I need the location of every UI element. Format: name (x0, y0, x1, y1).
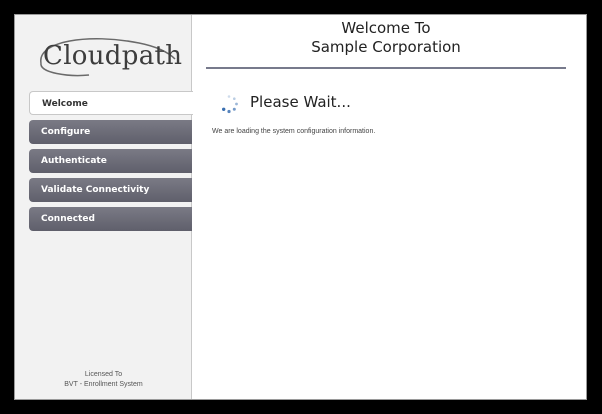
license-line-2: BVT - Enrollment System (64, 381, 143, 388)
status-heading: Please Wait... (250, 93, 351, 111)
loading-spinner-icon (222, 95, 238, 114)
sidebar: Cloudpath Welcome Configure Authenticate… (15, 15, 193, 399)
nav-item-welcome[interactable]: Welcome (29, 91, 193, 115)
license-info: Licensed To BVT - Enrollment System (15, 370, 192, 390)
nav-item-validate-connectivity[interactable]: Validate Connectivity (29, 178, 192, 202)
title-divider (206, 67, 566, 69)
page-title: Welcome To Sample Corporation (206, 19, 566, 57)
page-title-line-1: Welcome To (341, 19, 431, 37)
enrollment-window: Cloudpath Welcome Configure Authenticate… (14, 14, 587, 400)
status-message: We are loading the system configuration … (212, 128, 376, 135)
nav-item-connected[interactable]: Connected (29, 207, 192, 231)
main-content: Welcome To Sample Corporation Please Wai… (192, 15, 586, 399)
nav-item-configure[interactable]: Configure (29, 120, 192, 144)
cloudpath-logo: Cloudpath (29, 35, 187, 79)
license-line-1: Licensed To (84, 371, 123, 378)
logo-text: Cloudpath (43, 41, 183, 71)
page-title-line-2: Sample Corporation (311, 38, 461, 56)
step-navigation: Welcome Configure Authenticate Validate … (29, 91, 193, 236)
nav-item-authenticate[interactable]: Authenticate (29, 149, 192, 173)
